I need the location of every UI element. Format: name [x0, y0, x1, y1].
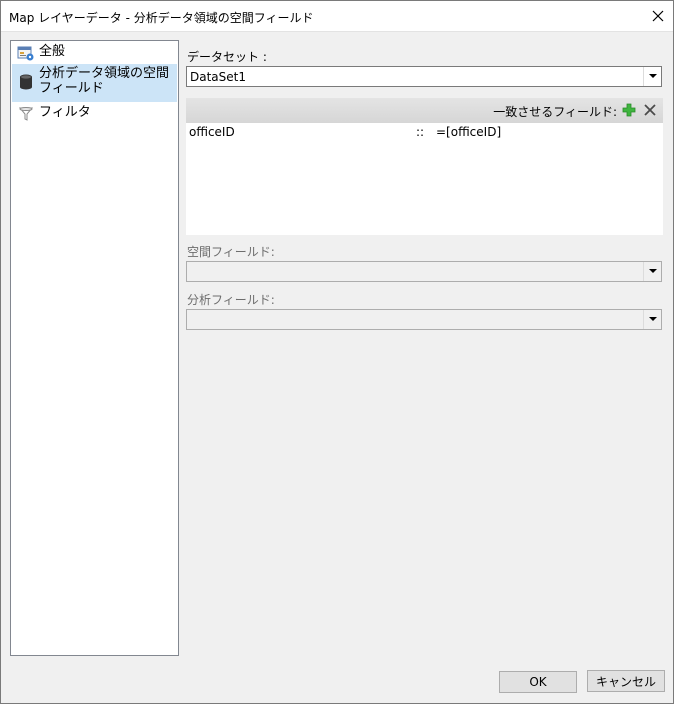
map-layer-data-dialog: Map レイヤーデータ - 分析データ領域の空間フィールド 全般 分析データ領域…: [0, 0, 674, 704]
add-icon[interactable]: [622, 103, 636, 117]
title-bar: Map レイヤーデータ - 分析データ領域の空間フィールド: [1, 1, 673, 32]
general-settings-icon: [17, 46, 34, 61]
close-button[interactable]: [643, 1, 673, 31]
match-field-left: officeID: [189, 125, 235, 139]
dropdown-arrow-button[interactable]: [643, 310, 661, 329]
dataset-dropdown[interactable]: DataSet1: [186, 66, 662, 87]
analytical-field-label: 分析フィールド:: [187, 293, 275, 307]
window-title: Map レイヤーデータ - 分析データ領域の空間フィールド: [9, 11, 314, 25]
sidebar-item-label: フィルタ: [39, 105, 91, 120]
dataset-value: DataSet1: [190, 70, 246, 84]
close-icon: [652, 10, 664, 22]
dataset-label: データセット :: [187, 50, 267, 64]
sidebar-nav: 全般 分析データ領域の空間フィールド フィルタ: [10, 40, 179, 656]
match-field-row[interactable]: officeID :: =[officeID]: [186, 125, 663, 141]
delete-icon[interactable]: [643, 103, 657, 117]
sidebar-item-spatial-field[interactable]: 分析データ領域の空間フィールド: [12, 64, 177, 102]
match-fields-header: 一致させるフィールド:: [186, 98, 663, 123]
match-field-separator: ::: [416, 125, 425, 139]
filter-icon: [18, 107, 34, 121]
ok-button[interactable]: OK: [499, 671, 577, 693]
sidebar-item-general[interactable]: 全般: [12, 42, 177, 62]
match-fields-panel: 一致させるフィールド: officeID :: =[officeID]: [186, 98, 663, 235]
sidebar-item-filter[interactable]: フィルタ: [12, 103, 177, 123]
sidebar-item-label: 分析データ領域の空間フィールド: [39, 66, 170, 96]
dropdown-arrow-button[interactable]: [643, 262, 661, 281]
cancel-button[interactable]: キャンセル: [587, 670, 665, 692]
spatial-field-dropdown[interactable]: [186, 261, 662, 282]
match-fields-title: 一致させるフィールド:: [493, 105, 617, 119]
chevron-down-icon: [648, 317, 657, 321]
chevron-down-icon: [648, 74, 657, 78]
database-icon: [20, 74, 32, 90]
spatial-field-label: 空間フィールド:: [187, 245, 275, 259]
chevron-down-icon: [648, 269, 657, 273]
dropdown-arrow-button[interactable]: [643, 67, 661, 86]
sidebar-item-label: 全般: [39, 44, 66, 59]
analytical-field-dropdown[interactable]: [186, 309, 662, 330]
match-field-right: =[officeID]: [436, 125, 502, 139]
